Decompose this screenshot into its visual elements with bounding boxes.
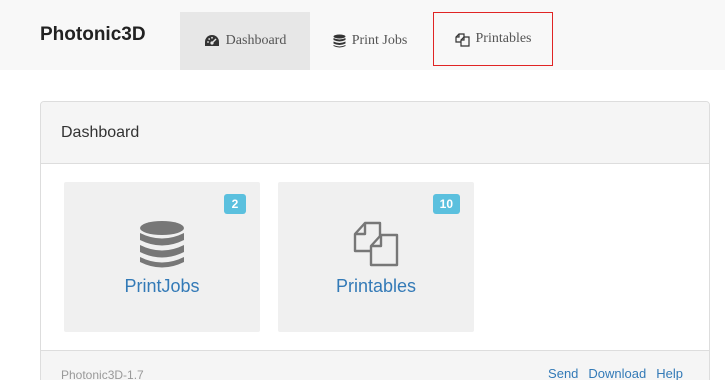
printables-tile-label: Printables bbox=[335, 276, 417, 296]
database-icon bbox=[139, 220, 185, 275]
tab-dashboard-label: Dashboard bbox=[225, 33, 287, 48]
tab-printables-label: Printables bbox=[475, 31, 532, 46]
help-link[interactable]: Help bbox=[656, 366, 683, 380]
printjobs-tile[interactable]: 2 PrintJobs bbox=[64, 182, 260, 332]
database-icon bbox=[333, 34, 346, 48]
printables-tile[interactable]: 10 Printables bbox=[278, 182, 474, 332]
printjobs-count-badge: 2 bbox=[224, 194, 246, 214]
files-icon bbox=[454, 32, 470, 47]
top-navbar: Photonic3D Dashboard Print Jobs Printabl… bbox=[0, 0, 725, 70]
download-link[interactable]: Download bbox=[588, 366, 646, 380]
send-link[interactable]: Send bbox=[548, 366, 578, 380]
printjobs-tile-label: PrintJobs bbox=[124, 276, 200, 296]
panel-heading: Dashboard bbox=[41, 102, 709, 164]
tab-printables[interactable]: Printables bbox=[433, 12, 553, 66]
printables-count-badge: 10 bbox=[432, 194, 460, 214]
footer-links: Send Download Help bbox=[548, 366, 683, 380]
dashboard-panel: Dashboard 2 PrintJobs 10 Printables Phot… bbox=[40, 101, 710, 380]
tachometer-icon bbox=[204, 34, 220, 48]
version-label: Photonic3D-1.7 bbox=[61, 368, 144, 380]
tab-print-jobs[interactable]: Print Jobs bbox=[311, 12, 429, 70]
files-icon bbox=[353, 220, 399, 273]
tab-dashboard[interactable]: Dashboard bbox=[180, 12, 310, 70]
panel-footer: Photonic3D-1.7 Send Download Help bbox=[41, 350, 709, 380]
tab-print-jobs-label: Print Jobs bbox=[351, 33, 408, 48]
brand-logo[interactable]: Photonic3D bbox=[40, 24, 146, 46]
